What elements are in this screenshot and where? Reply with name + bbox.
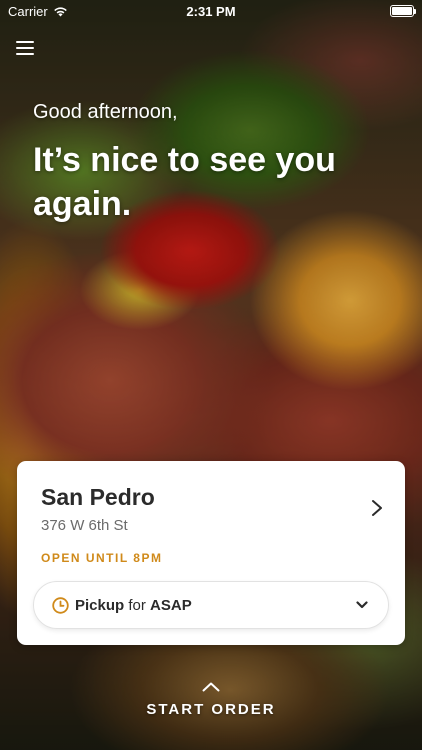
store-address: 376 W 6th St xyxy=(41,517,128,534)
start-order-label: START ORDER xyxy=(146,701,276,718)
order-mode-text: Pickup for ASAP xyxy=(75,597,356,614)
status-bar: Carrier 2:31 PM xyxy=(0,0,422,22)
clock-icon xyxy=(52,596,69,614)
chevron-up-icon xyxy=(202,682,220,692)
chevron-right-icon[interactable] xyxy=(371,499,383,517)
hamburger-menu-icon[interactable] xyxy=(16,41,34,55)
order-mode-selector[interactable]: Pickup for ASAP xyxy=(33,581,389,629)
order-mode-time: ASAP xyxy=(150,596,192,614)
greeting-text: Good afternoon, xyxy=(33,101,178,123)
chevron-down-icon[interactable] xyxy=(356,601,368,609)
start-order-button[interactable]: START ORDER xyxy=(0,682,422,718)
store-name: San Pedro xyxy=(41,484,155,510)
order-mode-connector: for xyxy=(128,596,146,614)
status-time: 2:31 PM xyxy=(186,3,236,19)
order-mode-type: Pickup xyxy=(75,596,125,614)
location-card[interactable]: San Pedro 376 W 6th St OPEN UNTIL 8PM Pi… xyxy=(17,461,405,645)
battery-icon xyxy=(390,5,416,17)
headline-text: It’s nice to see you again. xyxy=(33,141,336,223)
store-hours: OPEN UNTIL 8PM xyxy=(41,551,163,565)
